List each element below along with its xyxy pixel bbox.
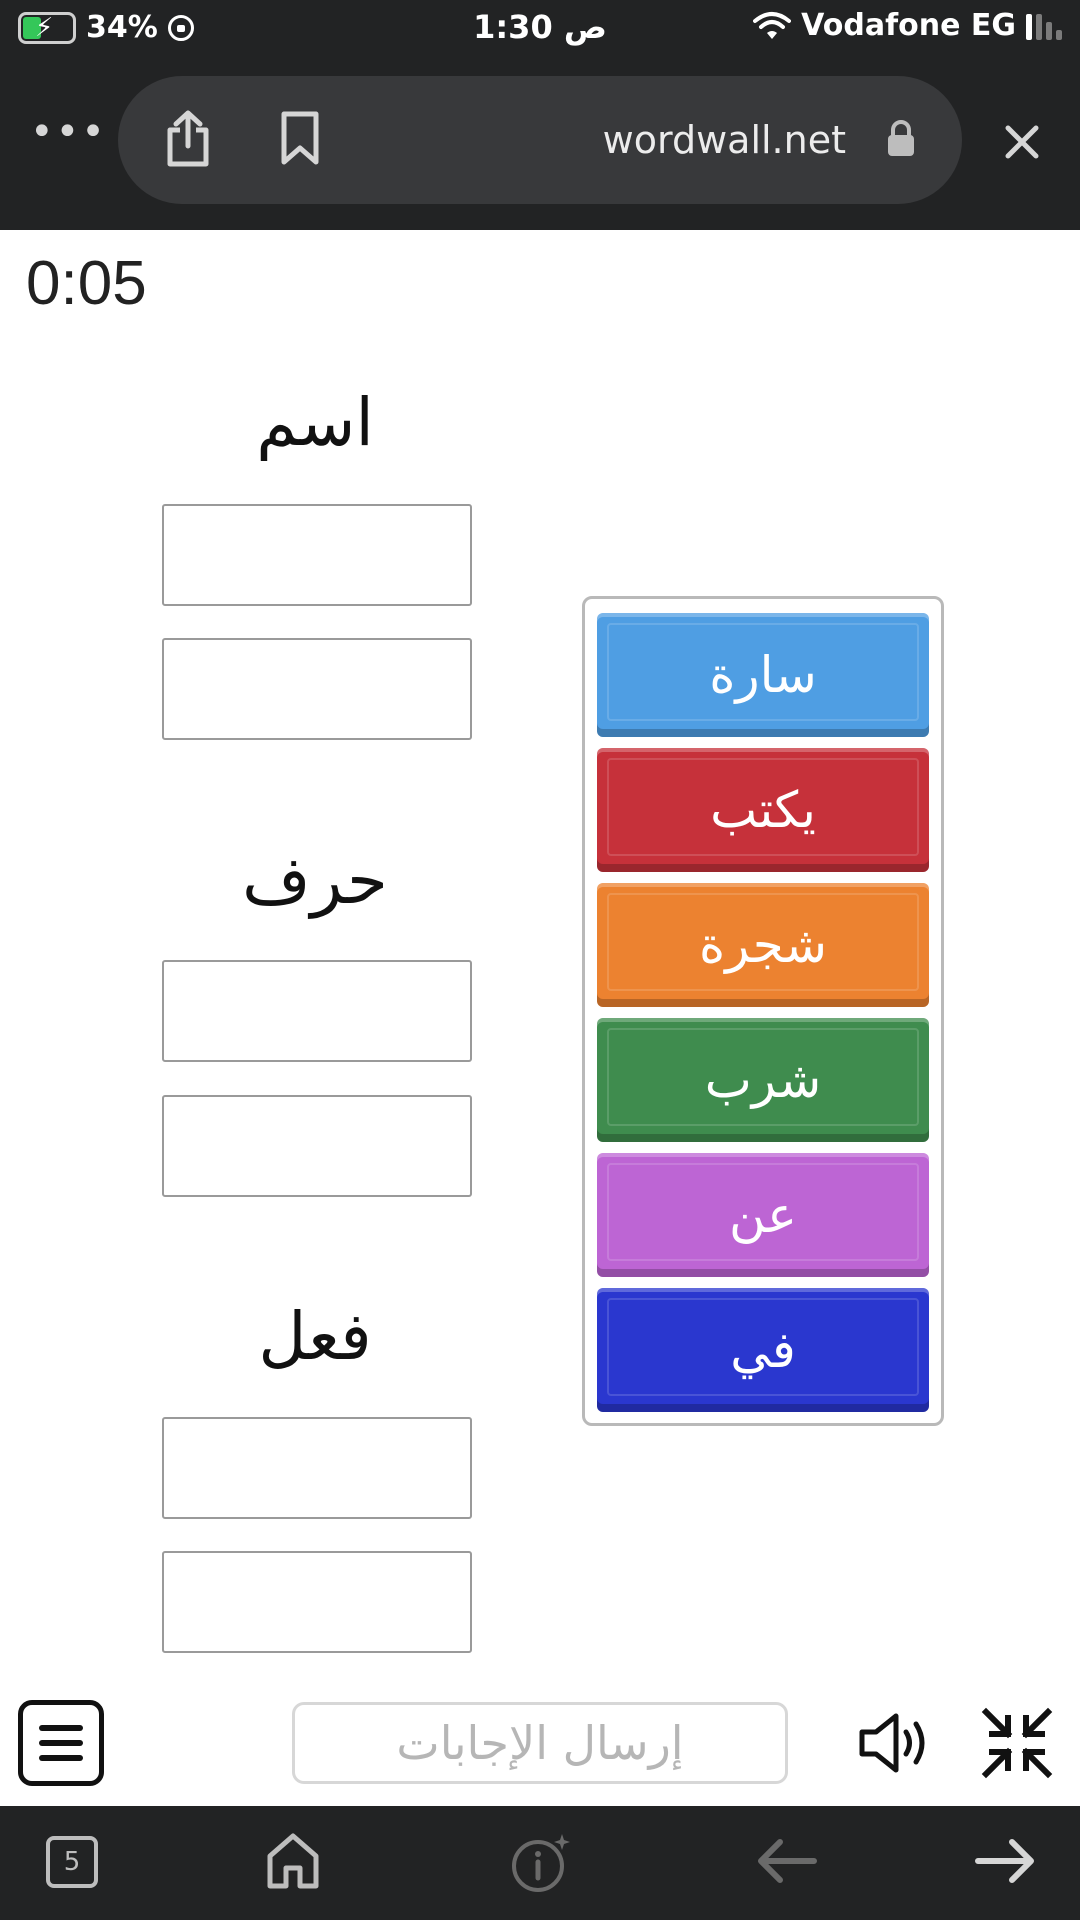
word-card-label: عن xyxy=(729,1186,797,1244)
group-label-particle: حرف xyxy=(242,842,388,919)
wifi-icon xyxy=(753,11,792,39)
menu-button[interactable] xyxy=(18,1700,104,1786)
status-right: Vodafone EG xyxy=(753,8,1062,43)
signal-icon xyxy=(1026,12,1062,40)
word-card[interactable]: يكتب xyxy=(597,748,929,872)
forward-arrow-icon[interactable] xyxy=(974,1836,1036,1886)
word-card-label: يكتب xyxy=(710,781,816,839)
drop-slot[interactable] xyxy=(162,638,472,740)
tabs-button[interactable]: 5 xyxy=(46,1836,98,1888)
word-card[interactable]: شجرة xyxy=(597,883,929,1007)
home-icon[interactable] xyxy=(266,1832,320,1890)
word-card-label: شرب xyxy=(704,1051,822,1109)
word-card[interactable]: سارة xyxy=(597,613,929,737)
drop-slot[interactable] xyxy=(162,1417,472,1519)
carrier-name: Vodafone EG xyxy=(801,8,1016,43)
game-timer: 0:05 xyxy=(26,249,147,318)
speaker-icon[interactable] xyxy=(858,1710,936,1776)
drop-slot[interactable] xyxy=(162,504,472,606)
word-card-label: سارة xyxy=(709,646,817,704)
share-icon[interactable] xyxy=(164,110,212,168)
word-card-label: في xyxy=(730,1321,796,1379)
word-card[interactable]: شرب xyxy=(597,1018,929,1142)
close-icon[interactable] xyxy=(1002,122,1042,162)
url-text: wordwall.net xyxy=(602,118,846,162)
back-arrow-icon[interactable] xyxy=(756,1836,818,1886)
drop-slot[interactable] xyxy=(162,1095,472,1197)
drop-slot[interactable] xyxy=(162,1551,472,1653)
group-label-verb: فعل xyxy=(258,1298,372,1375)
browser-bottom-bar: 5 xyxy=(0,1806,1080,1920)
status-bar: ⚡ 34% 1:30 ص Vodafone EG xyxy=(0,0,1080,56)
info-icon[interactable] xyxy=(510,1832,572,1894)
bookmark-icon[interactable] xyxy=(278,110,322,166)
address-bar[interactable]: wordwall.net xyxy=(118,76,962,204)
drop-slot[interactable] xyxy=(162,960,472,1062)
submit-answers-button[interactable]: إرسال الإجابات xyxy=(292,1702,788,1784)
word-card-label: شجرة xyxy=(699,916,827,974)
browser-toolbar: ••• wordwall.net xyxy=(0,56,1080,230)
exit-fullscreen-icon[interactable] xyxy=(980,1706,1054,1780)
word-card[interactable]: عن xyxy=(597,1153,929,1277)
padlock-icon xyxy=(888,120,914,156)
more-options-button[interactable]: ••• xyxy=(30,112,107,152)
group-label-noun: اسم xyxy=(256,384,374,461)
word-card[interactable]: في xyxy=(597,1288,929,1412)
word-card-panel: سارة يكتب شجرة شرب عن في xyxy=(582,596,944,1426)
